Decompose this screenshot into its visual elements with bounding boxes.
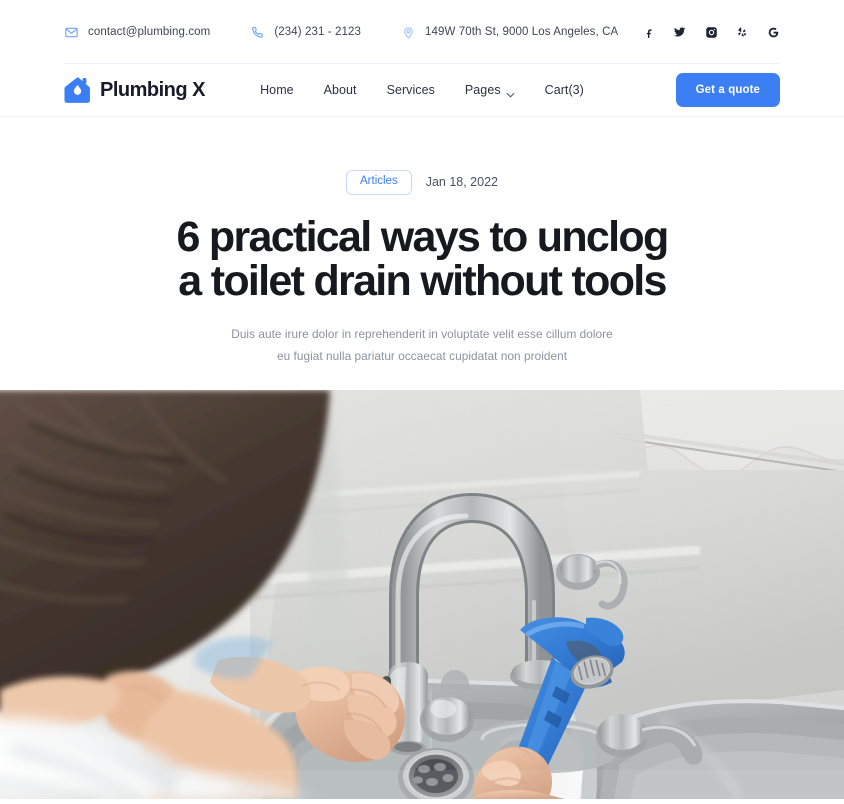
- topbar-phone-text: (234) 231 - 2123: [274, 26, 361, 38]
- mail-icon: [64, 25, 79, 40]
- top-contact-bar: contact@plumbing.com (234) 231 - 2123 14…: [0, 0, 844, 64]
- nav-item-about[interactable]: About: [324, 83, 357, 97]
- page-title: 6 practical ways to unclog a toilet drai…: [102, 212, 742, 305]
- nav-item-pages-label: Pages: [464, 83, 501, 97]
- article-hero-image: [0, 390, 844, 799]
- nav-item-home[interactable]: Home: [260, 83, 294, 97]
- brand-name: Plumbing X: [100, 78, 206, 101]
- nav-item-pages[interactable]: Pages: [464, 83, 515, 98]
- nav-item-home-label: Home: [260, 83, 294, 97]
- location-pin-icon: [401, 25, 416, 40]
- page-title-line-1: 6 practical ways to unclog: [176, 212, 669, 261]
- article-subtitle-line-2: eu fugiat nulla pariatur occaecat cupida…: [276, 348, 568, 363]
- nav-item-about-label: About: [323, 83, 357, 97]
- publish-date: Jan 18, 2022: [425, 175, 498, 190]
- topbar-contact-list: contact@plumbing.com (234) 231 - 2123 14…: [64, 25, 618, 40]
- topbar-email-text: contact@plumbing.com: [88, 26, 211, 38]
- google-icon[interactable]: [766, 25, 780, 39]
- page-title-line-2: a toilet drain without tools: [178, 256, 667, 305]
- category-badge[interactable]: Articles: [346, 170, 412, 195]
- nav-item-cart[interactable]: Cart(3): [545, 83, 584, 97]
- get-a-quote-button[interactable]: Get a quote: [675, 73, 780, 107]
- house-water-drop-icon: [64, 76, 91, 104]
- phone-icon: [250, 25, 265, 40]
- nav-item-cart-label: Cart(3): [544, 83, 584, 97]
- logo[interactable]: Plumbing X: [64, 76, 206, 104]
- facebook-icon[interactable]: [642, 25, 656, 39]
- nav-item-services[interactable]: Services: [387, 83, 435, 97]
- nav-item-services-label: Services: [386, 83, 435, 97]
- yelp-icon[interactable]: [735, 25, 749, 39]
- instagram-icon[interactable]: [704, 25, 718, 39]
- twitter-icon[interactable]: [673, 25, 687, 39]
- chevron-down-icon: [506, 87, 515, 98]
- plumber-sink-photo: [0, 390, 844, 799]
- topbar-phone[interactable]: (234) 231 - 2123: [250, 25, 361, 40]
- article-meta: Articles Jan 18, 2022: [0, 170, 844, 195]
- social-links: [642, 25, 780, 39]
- article-subtitle-line-1: Duis aute irure dolor in reprehenderit i…: [231, 327, 613, 342]
- topbar-address-text: 149W 70th St, 9000 Los Angeles, CA: [424, 26, 619, 38]
- topbar-email[interactable]: contact@plumbing.com: [64, 25, 210, 40]
- article-subtitle: Duis aute irure dolor in reprehenderit i…: [0, 324, 844, 367]
- site-header: Plumbing X Home About Services Pages Car…: [0, 64, 844, 117]
- topbar-address[interactable]: 149W 70th St, 9000 Los Angeles, CA: [401, 25, 618, 40]
- article-hero: Articles Jan 18, 2022 6 practical ways t…: [0, 117, 844, 367]
